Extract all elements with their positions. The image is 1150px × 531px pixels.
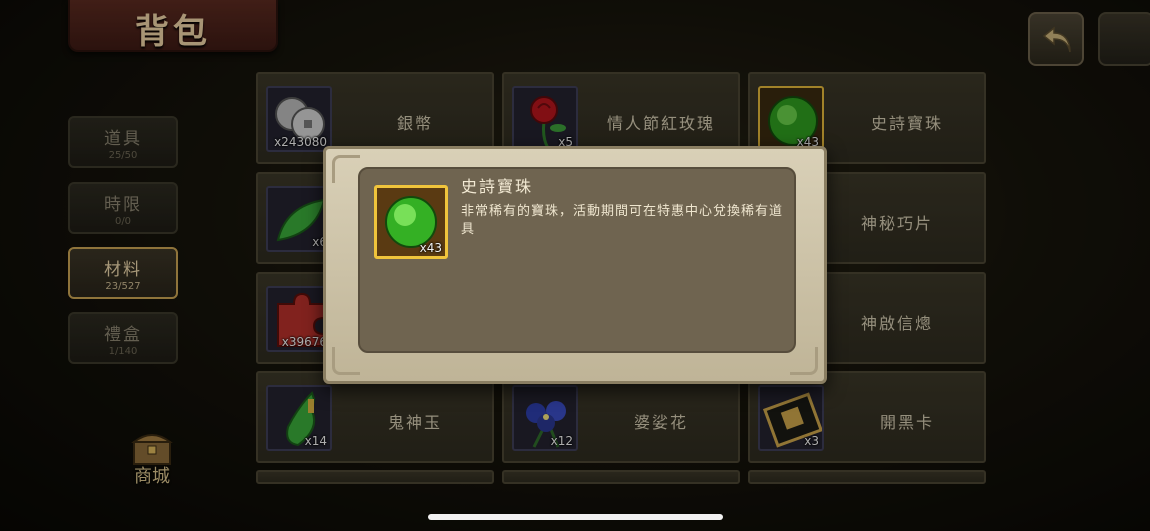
item-detail-description: 非常稀有的寶珠，活動期間可在特惠中心兌換稀有道具 bbox=[461, 204, 784, 237]
item-detail-title: 史詩寶珠 bbox=[461, 177, 534, 196]
item-detail-quantity: x43 bbox=[419, 241, 442, 255]
home-indicator[interactable] bbox=[428, 514, 723, 520]
item-detail-panel: x43 史詩寶珠 非常稀有的寶珠，活動期間可在特惠中心兌換稀有道具 bbox=[358, 167, 796, 353]
corner-ornament bbox=[790, 347, 818, 375]
corner-ornament bbox=[332, 155, 360, 183]
item-detail-modal: x43 史詩寶珠 非常稀有的寶珠，活動期間可在特惠中心兌換稀有道具 bbox=[323, 146, 827, 384]
item-detail-icon-box: x43 bbox=[374, 185, 448, 259]
corner-ornament bbox=[332, 347, 360, 375]
